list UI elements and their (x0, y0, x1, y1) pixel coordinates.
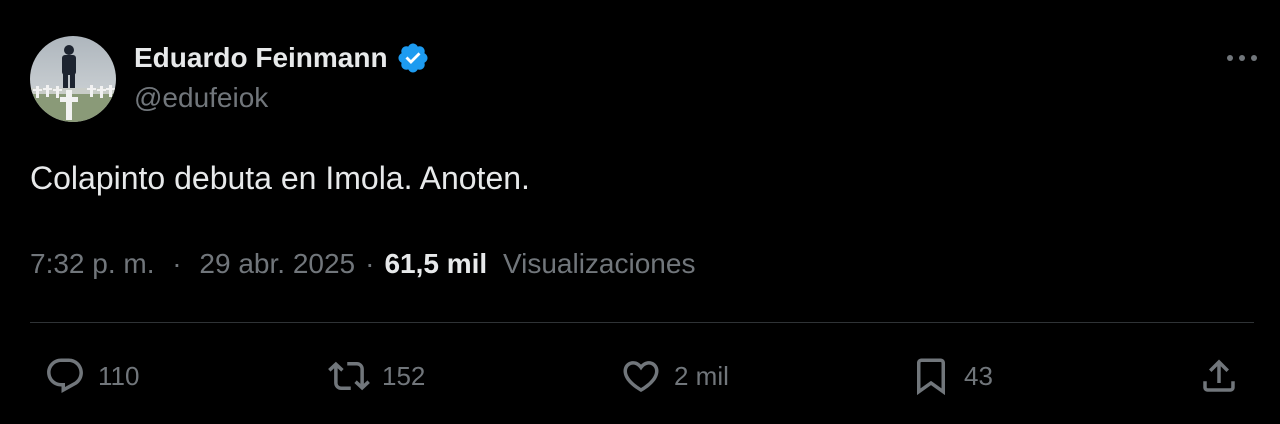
tweet-time: 7:32 p. m. (30, 248, 155, 279)
tweet-date: 29 abr. 2025 (199, 248, 356, 279)
views-count: 61,5 mil (384, 248, 488, 279)
views-link[interactable]: 61,5 mil Visualizaciones (384, 248, 695, 280)
tweet-card: Eduardo Feinmann @edufeiok Colapinto deb… (0, 0, 1280, 424)
bookmark-button[interactable]: 43 (910, 352, 993, 400)
tweet-metadata: 7:32 p. m. · 29 abr. 2025 · 61,5 mil Vis… (30, 248, 695, 280)
verified-badge-icon[interactable] (396, 41, 430, 75)
heart-icon (623, 361, 659, 393)
views-label: Visualizaciones (502, 248, 696, 279)
tweet-time-link[interactable]: 7:32 p. m. · 29 abr. 2025 (30, 248, 355, 280)
avatar[interactable] (30, 36, 116, 122)
repost-button[interactable]: 152 (328, 352, 425, 400)
repost-icon (328, 361, 370, 391)
share-icon (1203, 359, 1235, 392)
reply-button[interactable]: 110 (44, 352, 139, 400)
divider (30, 322, 1254, 323)
share-button[interactable] (1198, 352, 1240, 400)
meta-separator: · (172, 248, 182, 279)
action-bar: 110 152 2 mil 43 (0, 352, 1280, 400)
author-handle[interactable]: @edufeiok (134, 82, 268, 114)
repost-count: 152 (382, 360, 426, 391)
author-display-name[interactable]: Eduardo Feinmann (134, 42, 388, 74)
avatar-photo (30, 36, 116, 122)
reply-icon (47, 358, 83, 393)
reply-count: 110 (98, 360, 140, 391)
bookmark-count: 43 (964, 360, 993, 391)
more-options-button[interactable] (1222, 38, 1262, 78)
like-count: 2 mil (674, 360, 729, 391)
like-button[interactable]: 2 mil (620, 352, 729, 400)
name-row: Eduardo Feinmann (134, 40, 430, 76)
tweet-text: Colapinto debuta en Imola. Anoten. (30, 160, 530, 196)
meta-separator: · (365, 248, 375, 279)
more-dots-icon (1227, 55, 1257, 61)
bookmark-icon (917, 358, 945, 396)
